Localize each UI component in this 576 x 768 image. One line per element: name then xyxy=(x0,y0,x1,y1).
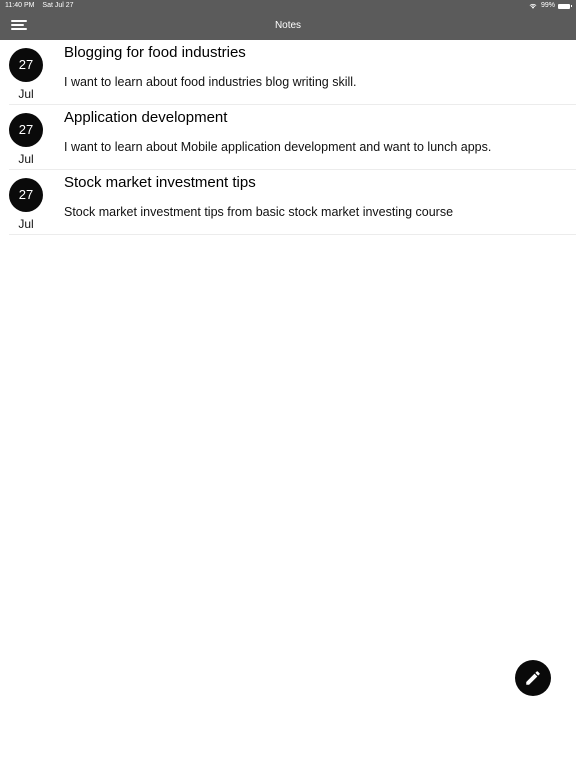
date-month: Jul xyxy=(18,217,34,231)
note-date: 27 Jul xyxy=(9,113,43,166)
note-body: I want to learn about food industries bl… xyxy=(64,75,357,89)
date-day-badge: 27 xyxy=(9,178,43,212)
new-note-button[interactable] xyxy=(515,660,551,696)
note-date: 27 Jul xyxy=(9,178,43,231)
date-day-badge: 27 xyxy=(9,48,43,82)
page-title: Notes xyxy=(274,20,302,31)
wifi-icon xyxy=(529,3,537,9)
date-month: Jul xyxy=(18,152,34,166)
note-item[interactable]: 27 Jul Blogging for food industries I wa… xyxy=(9,40,576,105)
status-right: 99% xyxy=(529,0,572,12)
navigation-bar: Notes xyxy=(0,12,576,40)
battery-percent: 99% xyxy=(540,2,555,9)
status-date: Sat Jul 27 xyxy=(42,2,74,9)
notes-screen: 11:40 PM Sat Jul 27 99% Notes 27 Jul Blo… xyxy=(0,0,576,768)
battery-icon xyxy=(558,3,572,9)
date-day-badge: 27 xyxy=(9,113,43,147)
note-item[interactable]: 27 Jul Stock market investment tips Stoc… xyxy=(9,170,576,235)
note-title: Blogging for food industries xyxy=(64,44,246,61)
pencil-icon xyxy=(526,671,540,685)
notes-list: 27 Jul Blogging for food industries I wa… xyxy=(0,40,576,235)
date-month: Jul xyxy=(18,87,34,101)
note-title: Application development xyxy=(64,109,228,126)
note-title: Stock market investment tips xyxy=(64,174,256,191)
note-body: Stock market investment tips from basic … xyxy=(64,205,454,219)
status-time: 11:40 PM xyxy=(5,2,35,9)
status-bar: 11:40 PM Sat Jul 27 99% xyxy=(0,0,576,12)
status-left: 11:40 PM Sat Jul 27 xyxy=(5,0,74,12)
note-body: I want to learn about Mobile application… xyxy=(64,140,492,154)
note-item[interactable]: 27 Jul Application development I want to… xyxy=(9,105,576,170)
note-date: 27 Jul xyxy=(9,48,43,101)
